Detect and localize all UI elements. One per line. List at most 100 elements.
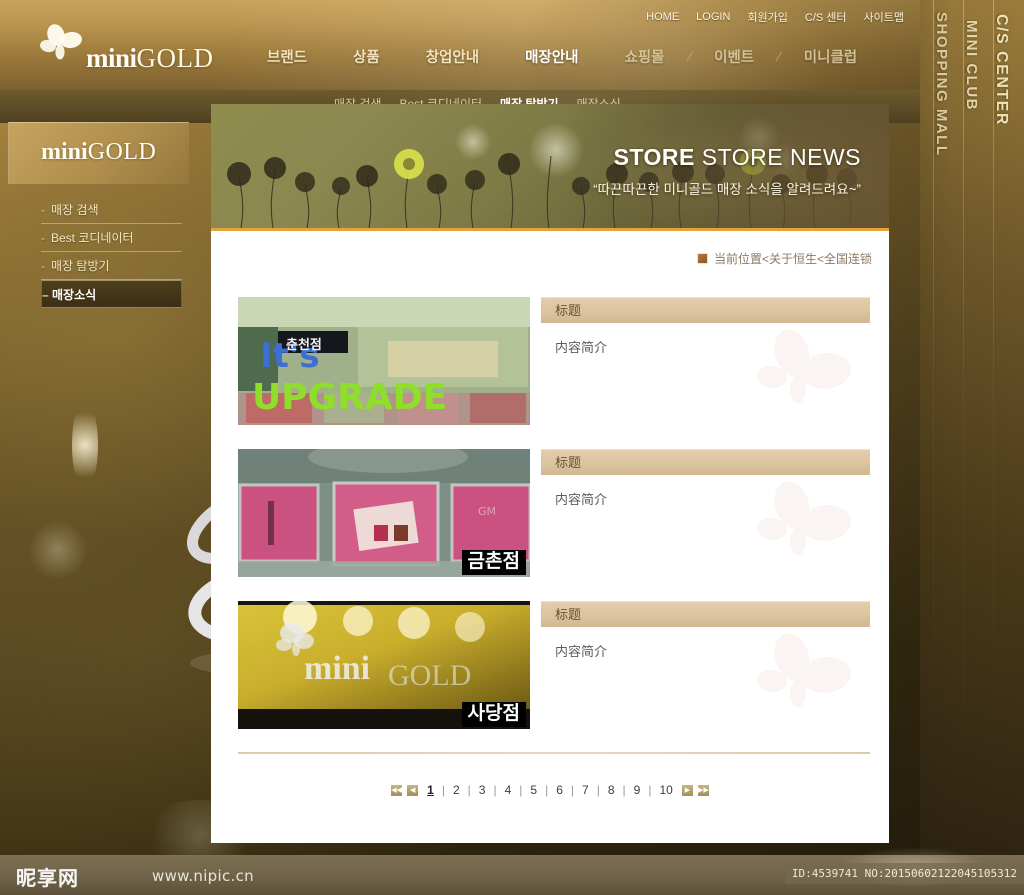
pagination-page-8[interactable]: 8 [603,783,620,797]
main-nav-item-event[interactable]: 이벤트 [691,46,777,67]
main-nav-item-brand[interactable]: 브랜드 [244,46,330,67]
sidebar-item-label: Best 코디네이터 [51,231,134,245]
pagination-separator: | [570,783,575,797]
store-photo-upgrade: It's UPGRADE 춘천점 [238,297,530,425]
sidebar-item-store-search[interactable]: - 매장 검색 [41,196,182,224]
sidebar-item-store-tour[interactable]: - 매장 탐방기 [41,252,182,280]
pagination-page-7[interactable]: 7 [577,783,594,797]
rail-divider [963,0,964,855]
main-nav-item-products[interactable]: 상품 [330,46,403,67]
butterfly-icon [40,24,82,60]
news-item-title: 标题 [541,297,870,323]
pagination-first-button[interactable]: ◀◀ [390,783,404,797]
pagination-page-2[interactable]: 2 [448,783,465,797]
logo-gold-text: GOLD [136,43,214,73]
news-text-block: 标题 内容简介 [541,449,870,577]
pagination-prev-button[interactable]: ◀ [406,783,420,797]
news-list-item[interactable]: It's UPGRADE 춘천점 标题 内容简介 [238,297,870,449]
utility-nav-item-login[interactable]: LOGIN [696,11,730,23]
news-thumbnail-sadang[interactable]: mini GOLD 사당점 [238,601,530,729]
news-thumbnail-upgrade[interactable]: It's UPGRADE 춘천점 [238,297,530,425]
utility-nav-item-cs-center[interactable]: C/S 센터 [805,9,847,25]
pagination-page-4[interactable]: 4 [500,783,517,797]
hero-title: STORE STORE NEWS [614,144,861,171]
rail-divider [993,0,994,855]
pagination-page-9[interactable]: 9 [629,783,646,797]
pagination-separator: | [467,783,471,797]
utility-nav: HOME LOGIN 회원가입 C/S 센터 사이트맵 [646,9,904,25]
pagination-separator: | [648,783,652,797]
logo-wordmark: miniGOLD [86,43,214,74]
sidebar-logo-gold-text: GOLD [87,139,157,165]
news-thumb-badge: 금촌점 [461,550,526,575]
news-item-summary: 内容简介 [555,644,608,659]
sidebar-logo-mini-text: mini [41,139,88,165]
content-divider [238,752,870,754]
svg-text:춘천점: 춘천점 [286,338,322,353]
svg-text:GOLD: GOLD [388,659,471,692]
page-root: miniGOLD HOME LOGIN 회원가입 C/S 센터 사이트맵 브랜드… [0,0,1024,855]
sidebar-item-label: 매장소식 [52,288,97,302]
pagination-page-10[interactable]: 10 [654,783,677,797]
svg-text:mini: mini [304,650,370,687]
news-list-item[interactable]: GM 금촌점 标题 内容简介 [238,449,870,601]
pagination-next-button[interactable]: ▶ [680,783,694,797]
main-nav-item-store-guide[interactable]: 매장안내 [502,46,601,67]
news-item-title: 标题 [541,601,870,627]
sidebar-logo-box: miniGOLD [8,122,189,184]
utility-nav-item-home[interactable]: HOME [646,11,679,23]
sidebar-logo-wordmark: miniGOLD [41,139,156,166]
news-text-block: 标题 内容简介 [541,297,870,425]
pagination-separator: | [622,783,626,797]
site-logo[interactable]: miniGOLD [34,24,214,76]
news-list: It's UPGRADE 춘천점 标题 内容简介 GM 금촌점 标题 内容简介 … [238,297,870,753]
sidebar-item-label: 매장 검색 [51,203,99,217]
main-nav-item-startup-guide[interactable]: 창업안내 [403,46,502,67]
svg-text:GM: GM [478,505,496,518]
news-item-title: 标题 [541,449,870,475]
location-icon [696,253,708,264]
pagination-separator: | [519,783,523,797]
main-nav-item-mini-club[interactable]: 미니클럽 [781,46,880,67]
bullet-dash-icon: - [41,203,45,217]
sparkle-decoration [72,400,98,490]
sidebar-item-best-coordinator[interactable]: - Best 코디네이터 [41,224,182,252]
news-item-summary: 内容简介 [555,340,608,355]
main-nav-item-shopping-mall[interactable]: 쇼핑몰 [601,46,687,67]
pagination-separator: | [545,783,549,797]
pagination-page-6[interactable]: 6 [551,783,568,797]
rail-item-shopping-mall[interactable]: SHOPPING MALL [933,12,950,157]
right-vertical-rail: C/S CENTER MINI CLUB SHOPPING MALL [920,0,1024,855]
hero-banner: STORE STORE NEWS “따끈따끈한 미니골드 매장 소식을 알려드려… [211,104,889,228]
sidebar-item-label: 매장 탐방기 [51,259,110,273]
site-header: miniGOLD HOME LOGIN 회원가입 C/S 센터 사이트맵 브랜드… [0,0,1024,90]
news-list-item[interactable]: mini GOLD 사당점 标题 内容简介 [238,601,870,753]
hero-title-light: STORE NEWS [694,144,861,170]
watermark-id-text: ID:4539741 NO:20150602122045105312 [784,863,1024,884]
utility-nav-item-signup[interactable]: 회원가입 [747,9,787,25]
breadcrumb: 当前位置<关于恒生<全国连锁 [696,250,872,267]
utility-nav-item-sitemap[interactable]: 사이트맵 [864,9,904,25]
footer-watermark-bar: 昵享网 www.nipic.cn ID:4539741 NO:201506021… [0,847,1024,895]
pagination-page-5[interactable]: 5 [525,783,542,797]
hero-title-bold: STORE [613,144,695,170]
news-thumbnail-geumchon[interactable]: GM 금촌점 [238,449,530,577]
main-nav: 브랜드 상품 창업안내 매장안내 쇼핑몰 / 이벤트 / 미니클럽 [244,46,880,67]
sparkle-decoration [28,520,88,580]
bullet-dash-icon: – [42,288,49,302]
logo-mini-text: mini [86,43,137,73]
content-panel: 当前位置<关于恒生<全国连锁 It's UPGRADE 춘천점 标题 内容简介 … [211,228,889,843]
pagination-page-3[interactable]: 3 [474,783,491,797]
pagination-last-button[interactable]: ▶▶ [696,783,710,797]
svg-text:UPGRADE: UPGRADE [252,377,447,418]
watermark-logo: 昵享网 [16,866,79,890]
pagination-separator: | [596,783,600,797]
sidebar-item-store-news[interactable]: – 매장소식 [41,280,182,308]
pagination-separator: | [493,783,497,797]
rail-item-mini-club[interactable]: MINI CLUB [963,20,980,111]
pagination-separator: | [441,783,445,797]
breadcrumb-text: 当前位置<关于恒生<全国连锁 [713,252,872,266]
watermark-url: www.nipic.cn [152,867,254,885]
rail-item-cs-center[interactable]: C/S CENTER [992,14,1010,126]
pagination-page-1[interactable]: 1 [422,783,439,797]
